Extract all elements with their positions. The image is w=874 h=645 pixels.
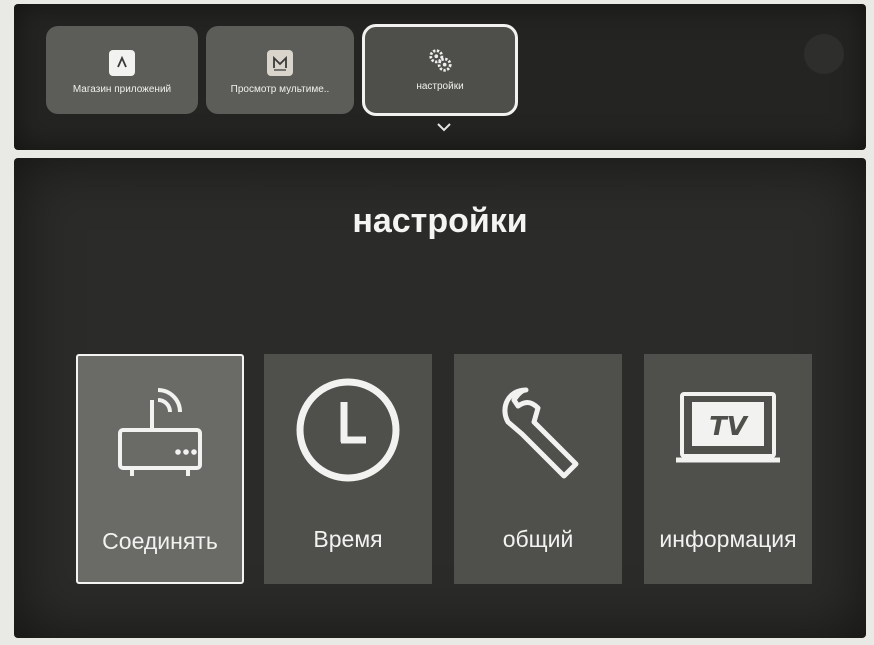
- app-tile-label: Просмотр мультиме..: [230, 84, 330, 95]
- app-tile-label: настройки: [416, 81, 464, 92]
- tv-icon: TV: [644, 376, 812, 486]
- card-label: общий: [502, 526, 574, 552]
- settings-panel: настройки Соединять Время общий TV инфор…: [14, 158, 866, 638]
- store-icon: [109, 50, 135, 76]
- app-tile-media[interactable]: Просмотр мультиме..: [206, 26, 354, 114]
- card-label: Время: [313, 526, 383, 552]
- media-icon: [267, 50, 293, 76]
- app-tile-label: Магазин приложений: [72, 84, 172, 95]
- card-label: информация: [659, 526, 797, 552]
- card-general[interactable]: общий: [454, 354, 622, 584]
- clock-icon: [264, 376, 432, 486]
- app-tile-settings[interactable]: настройки: [362, 24, 518, 116]
- app-tile-store[interactable]: Магазин приложений: [46, 26, 198, 114]
- background-circle: [804, 34, 844, 74]
- card-info[interactable]: TV информация: [644, 354, 812, 584]
- gears-icon: [427, 47, 453, 73]
- router-icon: [78, 378, 242, 488]
- svg-text:TV: TV: [709, 412, 749, 442]
- card-time[interactable]: Время: [264, 354, 432, 584]
- chevron-down-icon[interactable]: [436, 122, 452, 132]
- card-label: Соединять: [102, 528, 218, 554]
- card-connect[interactable]: Соединять: [76, 354, 244, 584]
- app-bar: Магазин приложений Просмотр мультиме.. н…: [14, 4, 866, 150]
- page-title: настройки: [352, 202, 528, 240]
- wrench-icon: [454, 376, 622, 486]
